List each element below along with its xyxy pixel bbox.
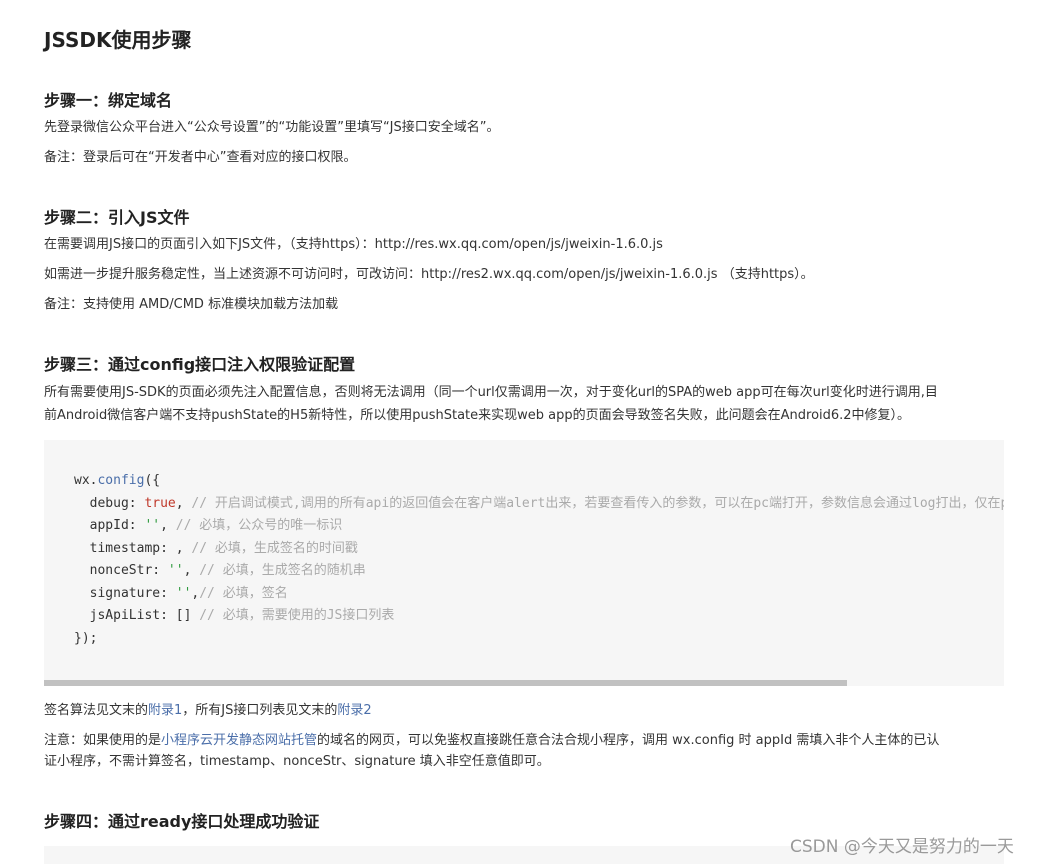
text-span: 注意：如果使用的是 bbox=[44, 733, 162, 748]
step2-heading: 步骤二：引入JS文件 bbox=[44, 208, 190, 227]
step1-text: 先登录微信公众平台进入“公众号设置”的“功能设置”里填写“JS接口安全域名”。 bbox=[44, 120, 500, 135]
code-comment: // 开启调试模式,调用的所有api的返回值会在客户端alert出来，若要查看传… bbox=[191, 495, 1004, 511]
step2-fallback: 如需进一步提升服务稳定性，当上述资源不可访问时，可改访问：http://res2… bbox=[44, 267, 814, 282]
code-token: , bbox=[160, 518, 176, 533]
code-literal: true bbox=[144, 495, 176, 511]
text-span: ，所有JS接口列表见文末的 bbox=[182, 703, 338, 718]
code-string: '' bbox=[175, 585, 192, 601]
code-comment: // 必填，生成签名的时间戳 bbox=[191, 540, 358, 556]
code-key: nonceStr: bbox=[74, 563, 168, 578]
text-span: 的域名的网页，可以免鉴权直接跳任意合法合规小程序，调用 wx.config 时 … bbox=[317, 733, 940, 748]
code-string: '' bbox=[144, 518, 161, 533]
text-span: 签名算法见文末的 bbox=[44, 703, 149, 718]
code-key: timestamp: , bbox=[74, 540, 192, 556]
code-token: , bbox=[183, 563, 200, 578]
note-line2: 证小程序，不需计算签名，timestamp、nonceStr、signature… bbox=[44, 754, 550, 769]
code-key: signature: bbox=[74, 585, 176, 601]
code-comment: // 必填，签名 bbox=[199, 585, 288, 601]
code-string: '' bbox=[167, 563, 184, 578]
note-line1: 注意：如果使用的是小程序云开发静态网站托管的域名的网页，可以免鉴权直接跳任意合法… bbox=[44, 731, 939, 751]
step1-note: 备注：登录后可在“开发者中心”查看对应的接口权限。 bbox=[44, 150, 357, 165]
code-key: jsApiList: [] bbox=[74, 608, 200, 623]
step1-heading: 步骤一：绑定域名 bbox=[44, 91, 173, 110]
step3-heading: 步骤三：通过config接口注入权限验证配置 bbox=[44, 355, 356, 374]
code-function: config bbox=[97, 473, 145, 488]
page-title: JSSDK使用步骤 bbox=[44, 28, 192, 52]
document-page: JSSDK使用步骤 步骤一：绑定域名 先登录微信公众平台进入“公众号设置”的“功… bbox=[0, 0, 1057, 864]
appendix2-link[interactable]: 附录2 bbox=[337, 703, 371, 718]
code-block[interactable]: wx.config({ debug: true, // 开启调试模式,调用的所有… bbox=[44, 440, 1004, 680]
code-token: ({ bbox=[144, 473, 161, 488]
appendix1-link[interactable]: 附录1 bbox=[148, 703, 182, 718]
cloud-hosting-link[interactable]: 小程序云开发静态网站托管 bbox=[161, 733, 317, 748]
code-token: }); bbox=[74, 630, 98, 646]
code-comment: // 必填，需要使用的JS接口列表 bbox=[199, 608, 395, 623]
step2-note: 备注：支持使用 AMD/CMD 标准模块加载方法加载 bbox=[44, 297, 339, 312]
step3-paragraph-line1: 所有需要使用JS-SDK的页面必须先注入配置信息，否则将无法调用（同一个url仅… bbox=[44, 385, 938, 400]
code-key: debug: bbox=[74, 495, 145, 511]
step4-heading: 步骤四：通过ready接口处理成功验证 bbox=[44, 812, 320, 831]
code-content: wx.config({ debug: true, // 开启调试模式,调用的所有… bbox=[74, 470, 1004, 650]
appendix-reference: 签名算法见文末的附录1，所有JS接口列表见文末的附录2 bbox=[44, 701, 372, 721]
scrollbar-thumb[interactable] bbox=[44, 680, 847, 686]
code-token: , bbox=[175, 495, 192, 511]
code-horizontal-scrollbar[interactable] bbox=[44, 680, 1004, 686]
code-comment: // 必填，公众号的唯一标识 bbox=[175, 518, 343, 533]
watermark: CSDN @今天又是努力的一天 bbox=[790, 837, 1014, 857]
code-comment: // 必填，生成签名的随机串 bbox=[199, 563, 366, 578]
code-key: appId: bbox=[74, 518, 145, 533]
code-token: wx. bbox=[74, 473, 98, 488]
step2-text: 在需要调用JS接口的页面引入如下JS文件，（支持https）：http://re… bbox=[44, 237, 663, 252]
step3-paragraph-line2: 前Android微信客户端不支持pushState的H5新特性，所以使用push… bbox=[44, 408, 911, 423]
